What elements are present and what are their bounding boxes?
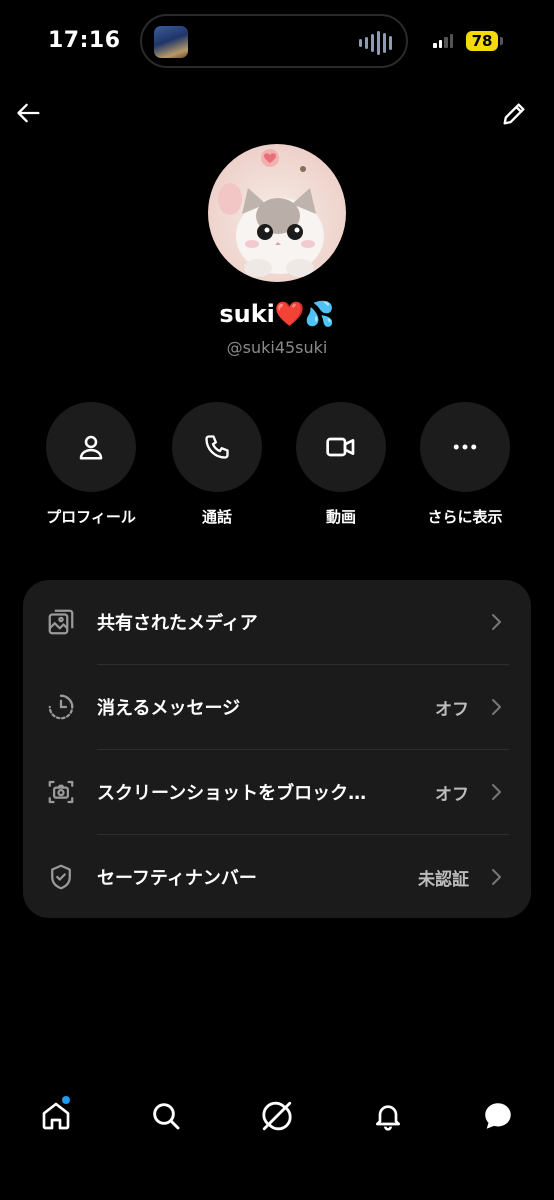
more-action-label: さらに表示 [427,508,503,526]
nav-search[interactable] [146,1096,186,1136]
disappearing-messages-row[interactable]: 消えるメッセージ オフ [23,665,531,749]
profile-action-label: プロフィール [46,508,136,526]
display-name: suki❤️💦 [219,300,335,328]
arrow-left-icon [17,103,40,123]
block-screenshots-value: オフ [435,784,469,805]
shared-media-label: 共有されたメディア [97,613,258,634]
shield-check-icon [45,861,77,893]
call-action-label: 通話 [201,508,232,526]
home-icon [42,1102,70,1130]
audio-waveform-icon [359,30,392,56]
person-icon [79,435,103,460]
call-action-circle[interactable] [172,402,262,492]
profile-avatar[interactable] [208,144,346,282]
more-action-circle[interactable] [420,402,510,492]
nav-home[interactable] [36,1096,76,1136]
battery-indicator: 78 [466,31,498,51]
nav-grok[interactable] [257,1096,297,1136]
more-action[interactable]: さらに表示 [417,402,513,527]
bell-icon [376,1105,400,1131]
call-action[interactable]: 通話 [169,402,265,527]
dynamic-island[interactable] [140,14,408,68]
block-screenshots-row[interactable]: スクリーンショットをブロック… オフ [23,750,531,834]
nav-messages[interactable] [478,1096,518,1136]
disappearing-messages-label: 消えるメッセージ [97,698,241,719]
video-camera-icon [326,437,355,457]
battery-cap [500,37,503,45]
timer-icon [45,691,77,723]
screenshot-camera-icon [45,776,77,808]
user-handle: @suki45suki [226,338,328,357]
cellular-signal-icon [433,34,453,48]
disappearing-messages-value: オフ [435,699,469,720]
status-time: 17:16 [48,28,121,53]
video-action-circle[interactable] [296,402,386,492]
safety-number-value: 未認証 [418,869,469,890]
safety-number-label: セーフティナンバー [97,868,257,889]
cat-avatar [218,149,324,277]
profile-action-circle[interactable] [46,402,136,492]
chevron-right-icon [492,699,501,715]
shared-media-row[interactable]: 共有されたメディア [23,580,531,664]
more-dots-icon [453,444,477,450]
nav-notifications[interactable] [368,1096,408,1136]
chevron-right-icon [492,614,501,630]
grok-icon [262,1101,292,1131]
messages-icon [485,1103,511,1129]
media-stack-icon [45,606,77,638]
block-screenshots-label: スクリーンショットをブロック… [97,783,367,804]
video-action-label: 動画 [325,508,356,526]
phone-icon [205,435,229,459]
video-action[interactable]: 動画 [293,402,389,527]
chevron-right-icon [492,869,501,885]
back-button[interactable] [12,96,46,130]
search-icon [153,1103,180,1130]
pencil-icon [503,103,525,125]
safety-number-row[interactable]: セーフティナンバー 未認証 [23,835,531,919]
now-playing-artwork [154,26,188,58]
chevron-right-icon [492,784,501,800]
edit-button[interactable] [496,96,532,132]
notification-dot [62,1096,70,1104]
conversation-settings-card: 共有されたメディア 消えるメッセージ オフ スクリーンショットをブロック… オフ [23,580,531,918]
profile-action[interactable]: プロフィール [43,402,139,527]
